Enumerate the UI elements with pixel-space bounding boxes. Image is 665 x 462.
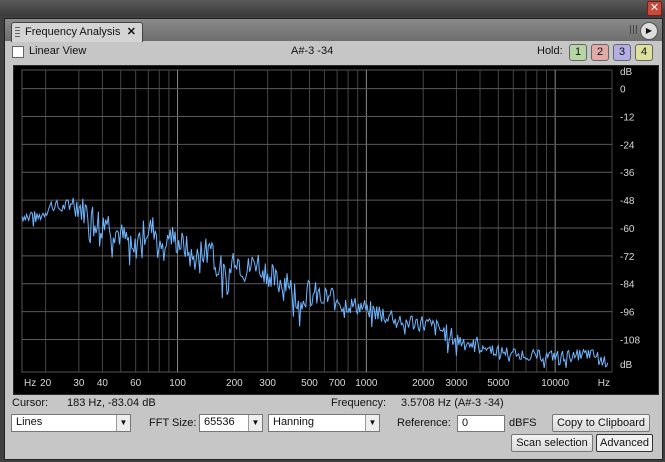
hold-label: Hold: — [537, 45, 563, 57]
linear-view-checkbox[interactable] — [12, 46, 24, 58]
copy-to-clipboard-button[interactable]: Copy to Clipboard — [552, 414, 650, 432]
db-unit-label-bottom: dB — [620, 360, 633, 371]
tab-strip: Frequency Analysis ✕ ▶ — [5, 19, 662, 42]
spectrum-chart[interactable]: dB 0 -12 -24 -36 -48 -60 -72 -84 -96 -108 dB Hz 20 30 4… — [14, 66, 658, 394]
db-tick-label: -36 — [620, 168, 635, 179]
hz-tick-label: 10000 — [541, 378, 569, 389]
hold-button-2[interactable]: 2 — [591, 44, 609, 61]
tab-label: Frequency Analysis — [25, 26, 121, 38]
hz-unit-label-right: Hz — [598, 378, 610, 389]
view-mode-select[interactable]: Lines ▼ — [11, 414, 131, 432]
hz-tick-label: 40 — [97, 378, 109, 389]
db-tick-label: -108 — [620, 335, 640, 346]
window-close-button[interactable]: ✕ — [647, 1, 662, 16]
db-tick-label: -12 — [620, 112, 635, 123]
reference-value: 0 — [462, 417, 469, 429]
reference-input[interactable]: 0 — [457, 415, 505, 432]
toolbar: Linear View A#-3 -34 Hold: 1 2 3 4 — [5, 41, 662, 63]
db-tick-label: -48 — [620, 196, 635, 207]
db-unit-label-top: dB — [620, 67, 633, 78]
hz-tick-label: 300 — [259, 378, 276, 389]
window-function-select[interactable]: Hanning ▼ — [268, 414, 380, 432]
hz-tick-label: 3000 — [445, 378, 468, 389]
frequency-label: Frequency: — [331, 397, 387, 409]
db-tick-label: -96 — [620, 308, 635, 319]
hz-tick-label: 60 — [130, 378, 142, 389]
spectrum-graph[interactable]: dB 0 -12 -24 -36 -48 -60 -72 -84 -96 -108 dB Hz 20 30 4… — [13, 65, 659, 395]
hold-button-1[interactable]: 1 — [569, 44, 587, 61]
hz-tick-label: 30 — [73, 378, 85, 389]
tab-frequency-analysis[interactable]: Frequency Analysis ✕ — [11, 22, 143, 42]
plot-frame — [21, 69, 613, 373]
panel-menu-icon[interactable]: ▶ — [640, 22, 658, 40]
window-function-value: Hanning — [273, 416, 314, 428]
note-readout: A#-3 -34 — [291, 45, 334, 57]
db-tick-label: -24 — [620, 140, 635, 151]
view-mode-value: Lines — [16, 416, 43, 428]
db-tick-label: -72 — [620, 252, 635, 263]
tab-grip-icon[interactable] — [15, 27, 20, 38]
hz-tick-label: 700 — [329, 378, 346, 389]
reference-unit: dBFS — [509, 417, 537, 429]
chevron-down-icon: ▼ — [116, 415, 130, 431]
fft-size-value: 65536 — [204, 416, 235, 428]
db-tick-label: 0 — [620, 85, 626, 96]
cursor-label: Cursor: — [12, 397, 49, 409]
hz-tick-label: 500 — [301, 378, 318, 389]
hz-tick-label: 20 — [40, 378, 52, 389]
tab-close-icon[interactable]: ✕ — [127, 25, 136, 38]
hz-tick-label: 5000 — [487, 378, 510, 389]
advanced-button[interactable]: Advanced — [596, 434, 653, 452]
chevron-down-icon: ▼ — [248, 415, 262, 431]
fft-size-label: FFT Size: — [149, 417, 197, 429]
hold-button-3[interactable]: 3 — [613, 44, 631, 61]
linear-view-label: Linear View — [29, 45, 87, 57]
window-titlebar: ✕ — [0, 0, 665, 16]
hz-tick-label: 2000 — [412, 378, 435, 389]
frequency-analysis-panel: Frequency Analysis ✕ ▶ Linear View A#-3 … — [4, 18, 663, 460]
cursor-value: 183 Hz, -83.04 dB — [67, 397, 156, 409]
reference-label: Reference: — [397, 417, 451, 429]
hz-unit-label-left: Hz — [24, 378, 36, 389]
hz-tick-label: 200 — [226, 378, 243, 389]
db-tick-label: -60 — [620, 224, 635, 235]
fft-size-select[interactable]: 65536 ▼ — [199, 414, 263, 432]
hz-tick-label: 100 — [169, 378, 186, 389]
hz-tick-label: 1000 — [355, 378, 378, 389]
frequency-value: 3.5708 Hz (A#-3 -34) — [401, 397, 504, 409]
spectrum-series-line — [21, 197, 609, 368]
hold-button-4[interactable]: 4 — [635, 44, 653, 61]
chevron-down-icon: ▼ — [365, 415, 379, 431]
scan-selection-button[interactable]: Scan selection — [511, 434, 593, 452]
panel-grip-icon[interactable] — [630, 25, 638, 34]
db-tick-label: -84 — [620, 280, 635, 291]
